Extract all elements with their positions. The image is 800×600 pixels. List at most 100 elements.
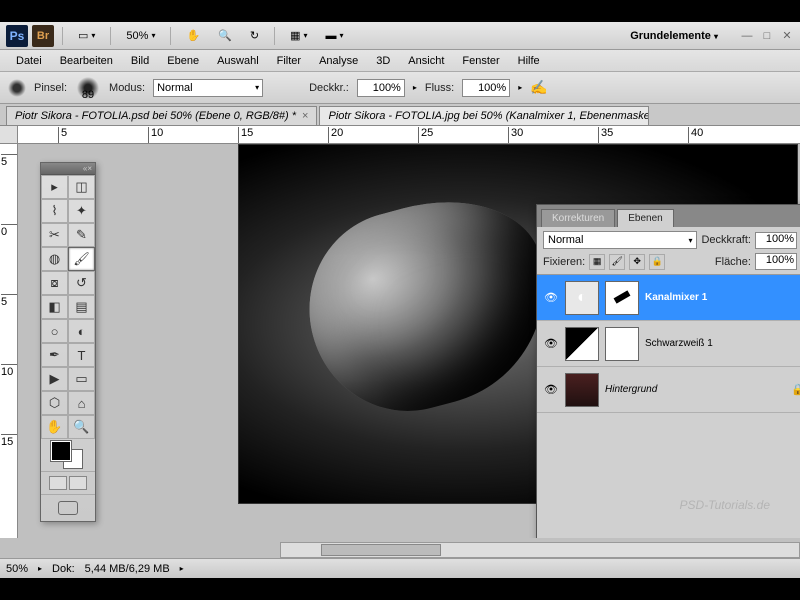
zoom-tool-shortcut[interactable]: 🔍: [211, 26, 239, 45]
brush-tool[interactable]: 🖌: [68, 247, 95, 271]
3d-tool[interactable]: ⬡: [41, 391, 68, 415]
quick-select-tool[interactable]: ✦: [68, 199, 95, 223]
path-select-tool[interactable]: ▶: [41, 367, 68, 391]
dodge-tool[interactable]: ◐: [68, 319, 95, 343]
zoom-flyout-icon[interactable]: ▸: [38, 564, 42, 573]
screen-mode-dropdown[interactable]: ▬▾: [319, 27, 351, 45]
layer-fill-input[interactable]: 100%: [755, 253, 797, 270]
menu-datei[interactable]: Datei: [8, 52, 50, 70]
screen-mode-icon[interactable]: [58, 501, 78, 515]
layer-thumb[interactable]: [565, 373, 599, 407]
blur-tool[interactable]: ○: [41, 319, 68, 343]
minimize-icon[interactable]: —: [740, 29, 754, 43]
rotate-view-shortcut[interactable]: ↻: [243, 26, 266, 45]
standard-mode-icon[interactable]: [49, 476, 67, 490]
menu-hilfe[interactable]: Hilfe: [510, 52, 548, 70]
horizontal-scrollbar[interactable]: [280, 542, 800, 558]
3d-camera-tool[interactable]: ⌂: [68, 391, 95, 415]
gradient-tool[interactable]: ▤: [68, 295, 95, 319]
bridge-logo-icon[interactable]: Br: [32, 25, 54, 47]
stamp-tool[interactable]: ⧇: [41, 271, 68, 295]
tab-close-icon[interactable]: ×: [302, 110, 308, 122]
marquee-tool[interactable]: ◫: [68, 175, 95, 199]
arrange-dropdown[interactable]: ▦▾: [283, 26, 314, 45]
type-tool[interactable]: T: [68, 343, 95, 367]
vertical-ruler[interactable]: 5051015: [0, 144, 18, 538]
lock-position-icon[interactable]: ✥: [629, 254, 645, 270]
horizontal-ruler[interactable]: 510152025303540: [18, 126, 800, 144]
deckkr-label: Deckkr.:: [309, 82, 349, 94]
crop-tool[interactable]: ✂: [41, 223, 68, 247]
brush-tool-icon[interactable]: [8, 79, 26, 97]
color-swatches[interactable]: [41, 439, 95, 471]
layer-mask-thumb[interactable]: [605, 281, 639, 315]
scrollbar-thumb[interactable]: [321, 544, 441, 556]
menu-auswahl[interactable]: Auswahl: [209, 52, 267, 70]
hand-tool[interactable]: ✋: [41, 415, 68, 439]
adjustment-thumb-icon[interactable]: [565, 327, 599, 361]
visibility-toggle-icon[interactable]: 👁: [543, 336, 559, 352]
panel-close-icon[interactable]: ×: [87, 164, 92, 173]
layer-mask-thumb[interactable]: [605, 327, 639, 361]
layers-panel[interactable]: Korrekturen Ebenen Normal▾ Deckkraft: 10…: [536, 204, 800, 538]
maximize-icon[interactable]: □: [760, 29, 774, 43]
menu-bearbeiten[interactable]: Bearbeiten: [52, 52, 121, 70]
tab-korrekturen[interactable]: Korrekturen: [541, 209, 615, 227]
zoom-readout[interactable]: 50%: [6, 563, 28, 575]
fixieren-label: Fixieren:: [543, 256, 585, 268]
foreground-color[interactable]: [51, 441, 71, 461]
document-tab[interactable]: Piotr Sikora - FOTOLIA.psd bei 50% (Eben…: [6, 106, 317, 125]
menu-analyse[interactable]: Analyse: [311, 52, 366, 70]
menu-3d[interactable]: 3D: [368, 52, 398, 70]
zoom-tool[interactable]: 🔍: [68, 415, 95, 439]
ruler-origin[interactable]: [0, 126, 18, 144]
document-tab[interactable]: Piotr Sikora - FOTOLIA.jpg bei 50% (Kana…: [319, 106, 649, 125]
flow-input[interactable]: 100%: [462, 79, 510, 97]
pen-tool[interactable]: ✒: [41, 343, 68, 367]
lock-pixels-icon[interactable]: 🖌: [609, 254, 625, 270]
zoom-level-dropdown[interactable]: 50%▾: [119, 27, 162, 45]
history-brush-tool[interactable]: ↺: [68, 271, 95, 295]
layer-row[interactable]: 👁 Schwarzweiß 1: [537, 321, 800, 367]
lasso-tool[interactable]: ⌇: [41, 199, 68, 223]
layer-row[interactable]: 👁 Hintergrund 🔒: [537, 367, 800, 413]
menu-ansicht[interactable]: Ansicht: [400, 52, 452, 70]
opacity-flyout-icon[interactable]: ▸: [413, 83, 417, 92]
layer-name-label[interactable]: Hintergrund: [605, 384, 785, 395]
layer-row[interactable]: 👁 ◐ Kanalmixer 1: [537, 275, 800, 321]
canvas-viewport[interactable]: «× ▸ ◫ ⌇ ✦ ✂ ✎ ◍ 🖌 ⧇ ↺ ◧ ▤ ○ ◐ ✒: [18, 144, 800, 538]
menu-filter[interactable]: Filter: [269, 52, 309, 70]
close-icon[interactable]: ✕: [780, 29, 794, 43]
menu-ebene[interactable]: Ebene: [159, 52, 207, 70]
status-flyout-icon[interactable]: ▸: [180, 564, 184, 573]
tab-ebenen[interactable]: Ebenen: [617, 209, 673, 227]
layer-name-label[interactable]: Schwarzweiß 1: [645, 338, 800, 349]
visibility-toggle-icon[interactable]: 👁: [543, 290, 559, 306]
layer-blend-mode-select[interactable]: Normal▾: [543, 231, 697, 249]
opacity-input[interactable]: 100%: [357, 79, 405, 97]
layer-name-label[interactable]: Kanalmixer 1: [645, 292, 800, 303]
document-size-readout[interactable]: 5,44 MB/6,29 MB: [85, 563, 170, 575]
blend-mode-select[interactable]: Normal▾: [153, 79, 263, 97]
lock-transparency-icon[interactable]: ▦: [589, 254, 605, 270]
adjustment-thumb-icon[interactable]: ◐: [565, 281, 599, 315]
airbrush-icon[interactable]: ✍: [530, 79, 547, 96]
visibility-toggle-icon[interactable]: 👁: [543, 382, 559, 398]
quickmask-mode-icon[interactable]: [69, 476, 87, 490]
workspace-switcher[interactable]: Grundelemente ▾: [620, 27, 728, 45]
toolbox-header[interactable]: «×: [41, 163, 95, 175]
lock-all-icon[interactable]: 🔒: [649, 254, 665, 270]
move-tool[interactable]: ▸: [41, 175, 68, 199]
heal-tool[interactable]: ◍: [41, 247, 68, 271]
menu-bild[interactable]: Bild: [123, 52, 157, 70]
toolbox-panel[interactable]: «× ▸ ◫ ⌇ ✦ ✂ ✎ ◍ 🖌 ⧇ ↺ ◧ ▤ ○ ◐ ✒: [40, 162, 96, 522]
hand-tool-shortcut[interactable]: ✋: [179, 26, 207, 45]
layer-opacity-input[interactable]: 100%: [755, 232, 797, 249]
layout-dropdown[interactable]: ▭▾: [71, 26, 102, 45]
shape-tool[interactable]: ▭: [68, 367, 95, 391]
eyedropper-tool[interactable]: ✎: [68, 223, 95, 247]
eraser-tool[interactable]: ◧: [41, 295, 68, 319]
brush-preset-picker[interactable]: 89: [75, 75, 101, 101]
menu-fenster[interactable]: Fenster: [454, 52, 507, 70]
flow-flyout-icon[interactable]: ▸: [518, 83, 522, 92]
